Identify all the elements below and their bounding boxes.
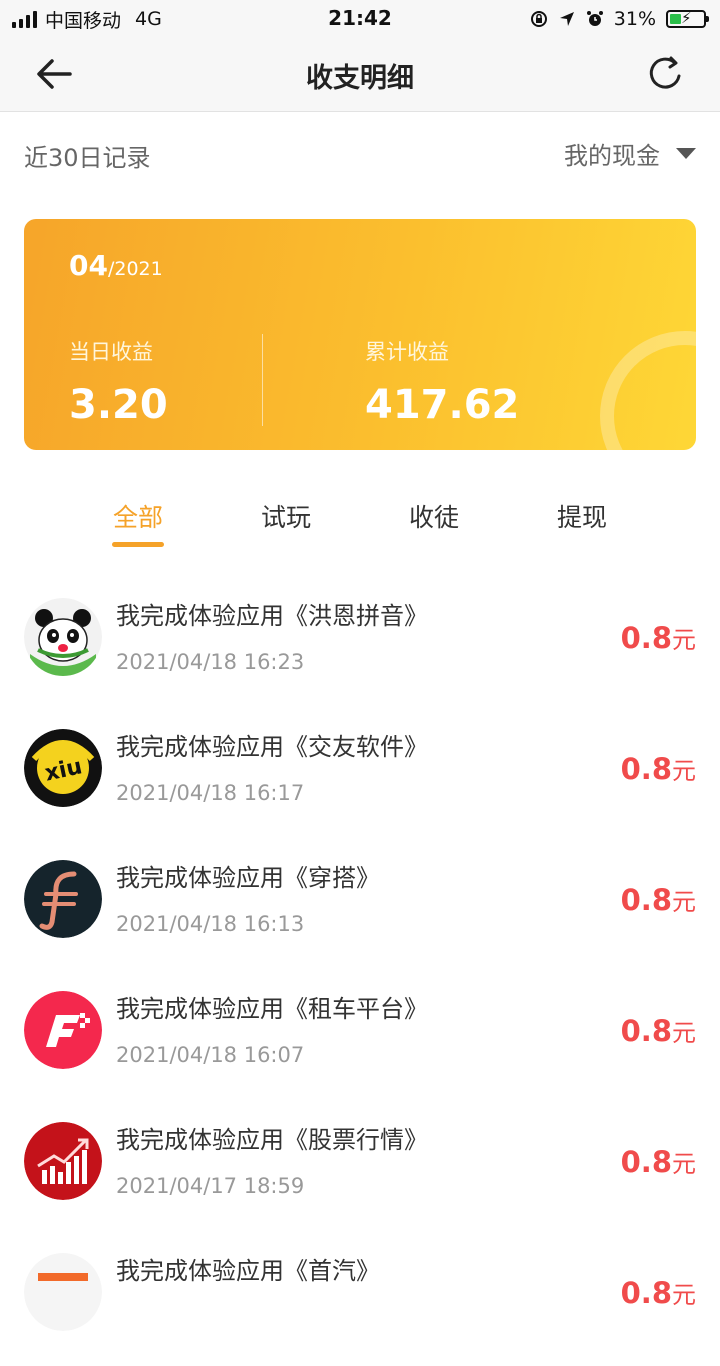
amount-value: 0.8 [620,752,672,786]
total-earnings-label: 累计收益 [365,340,449,364]
item-amount: 0.8元 [621,1144,696,1179]
item-title: 我完成体验应用《首汽》 [116,1257,380,1285]
amount-unit: 元 [672,757,696,785]
decorative-ring [600,331,696,450]
item-amount: 0.8元 [621,1013,696,1048]
list-item[interactable]: xiu 我完成体验应用《交友软件》 2021/04/18 16:17 0.8元 [0,711,720,842]
amount-value: 0.8 [620,1014,672,1048]
orientation-lock-icon [530,11,547,27]
account-label: 我的现金 [564,142,660,170]
filter-row: 近30日记录 我的现金 [0,112,720,198]
page-title: 收支明细 [306,63,414,94]
list-item[interactable]: 我完成体验应用《首汽》 0.8元 [0,1235,720,1366]
card-divider [262,334,263,426]
chevron-down-icon [676,148,696,159]
tab-withdraw[interactable]: 提现 [522,498,642,534]
item-time: 2021/04/17 18:59 [116,1174,305,1198]
card-month: 04 [69,249,108,282]
amount-value: 0.8 [620,883,672,917]
account-dropdown[interactable]: 我的现金 [564,136,696,171]
amount-unit: 元 [672,626,696,654]
battery-icon: ⚡ [666,9,709,28]
amount-value: 0.8 [620,1145,672,1179]
amount-unit: 元 [672,1281,696,1309]
earnings-summary-card: 04/2021 当日收益 3.20 累计收益 417.62 [24,219,696,450]
total-earnings-value: 417.62 [365,382,520,428]
tab-bar: 全部 试玩 收徒 提现 [0,490,720,556]
item-title: 我完成体验应用《股票行情》 [116,1126,428,1154]
item-title: 我完成体验应用《交友软件》 [116,733,428,761]
amount-unit: 元 [672,1019,696,1047]
item-amount: 0.8元 [621,751,696,786]
amount-value: 0.8 [620,1276,672,1310]
daily-earnings: 当日收益 3.20 [69,336,168,428]
card-year: /2021 [107,258,163,280]
item-time: 2021/04/18 16:17 [116,781,305,805]
list-item[interactable]: 我完成体验应用《租车平台》 2021/04/18 16:07 0.8元 [0,973,720,1104]
status-bar: 中国移动 4G 21:42 31% ⚡ [0,0,720,38]
item-amount: 0.8元 [621,620,696,655]
list-item[interactable]: 我完成体验应用《洪恩拼音》 2021/04/18 16:23 0.8元 [0,580,720,711]
tab-apprentice[interactable]: 收徒 [374,498,494,534]
item-time: 2021/04/18 16:23 [116,650,305,674]
alarm-icon [586,11,603,26]
location-icon [559,12,574,26]
item-time: 2021/04/18 16:13 [116,912,305,936]
tab-active-indicator [112,542,164,547]
item-amount: 0.8元 [621,1275,696,1310]
refresh-icon [649,56,681,89]
shouqi-app-icon [24,1253,102,1331]
item-amount: 0.8元 [621,882,696,917]
period-label: 近30日记录 [24,144,151,172]
list-item[interactable]: 我完成体验应用《股票行情》 2021/04/17 18:59 0.8元 [0,1104,720,1235]
refresh-button[interactable] [644,52,690,96]
nav-bar: 收支明细 [0,38,720,112]
records-list: 我完成体验应用《洪恩拼音》 2021/04/18 16:23 0.8元 xiu … [0,580,720,1366]
item-title: 我完成体验应用《穿搭》 [116,864,380,892]
stock-app-icon [24,1122,102,1200]
list-item[interactable]: 我完成体验应用《穿搭》 2021/04/18 16:13 0.8元 [0,842,720,973]
amount-unit: 元 [672,1150,696,1178]
tab-all[interactable]: 全部 [78,498,198,534]
item-time: 2021/04/18 16:07 [116,1043,305,1067]
fashion-app-icon [24,860,102,938]
amount-unit: 元 [672,888,696,916]
card-date: 04/2021 [69,249,163,282]
panda-app-icon [24,598,102,676]
total-earnings: 累计收益 417.62 [365,336,519,428]
amount-value: 0.8 [620,621,672,655]
status-right: 31% ⚡ [530,0,709,38]
item-title: 我完成体验应用《洪恩拼音》 [116,602,428,630]
daily-earnings-label: 当日收益 [69,340,153,364]
car-rental-app-icon [24,991,102,1069]
item-title: 我完成体验应用《租车平台》 [116,995,428,1023]
tab-trial[interactable]: 试玩 [226,498,346,534]
battery-percent: 31% [613,8,656,30]
daily-earnings-value: 3.20 [69,382,168,428]
xiu-app-icon: xiu [24,729,102,807]
